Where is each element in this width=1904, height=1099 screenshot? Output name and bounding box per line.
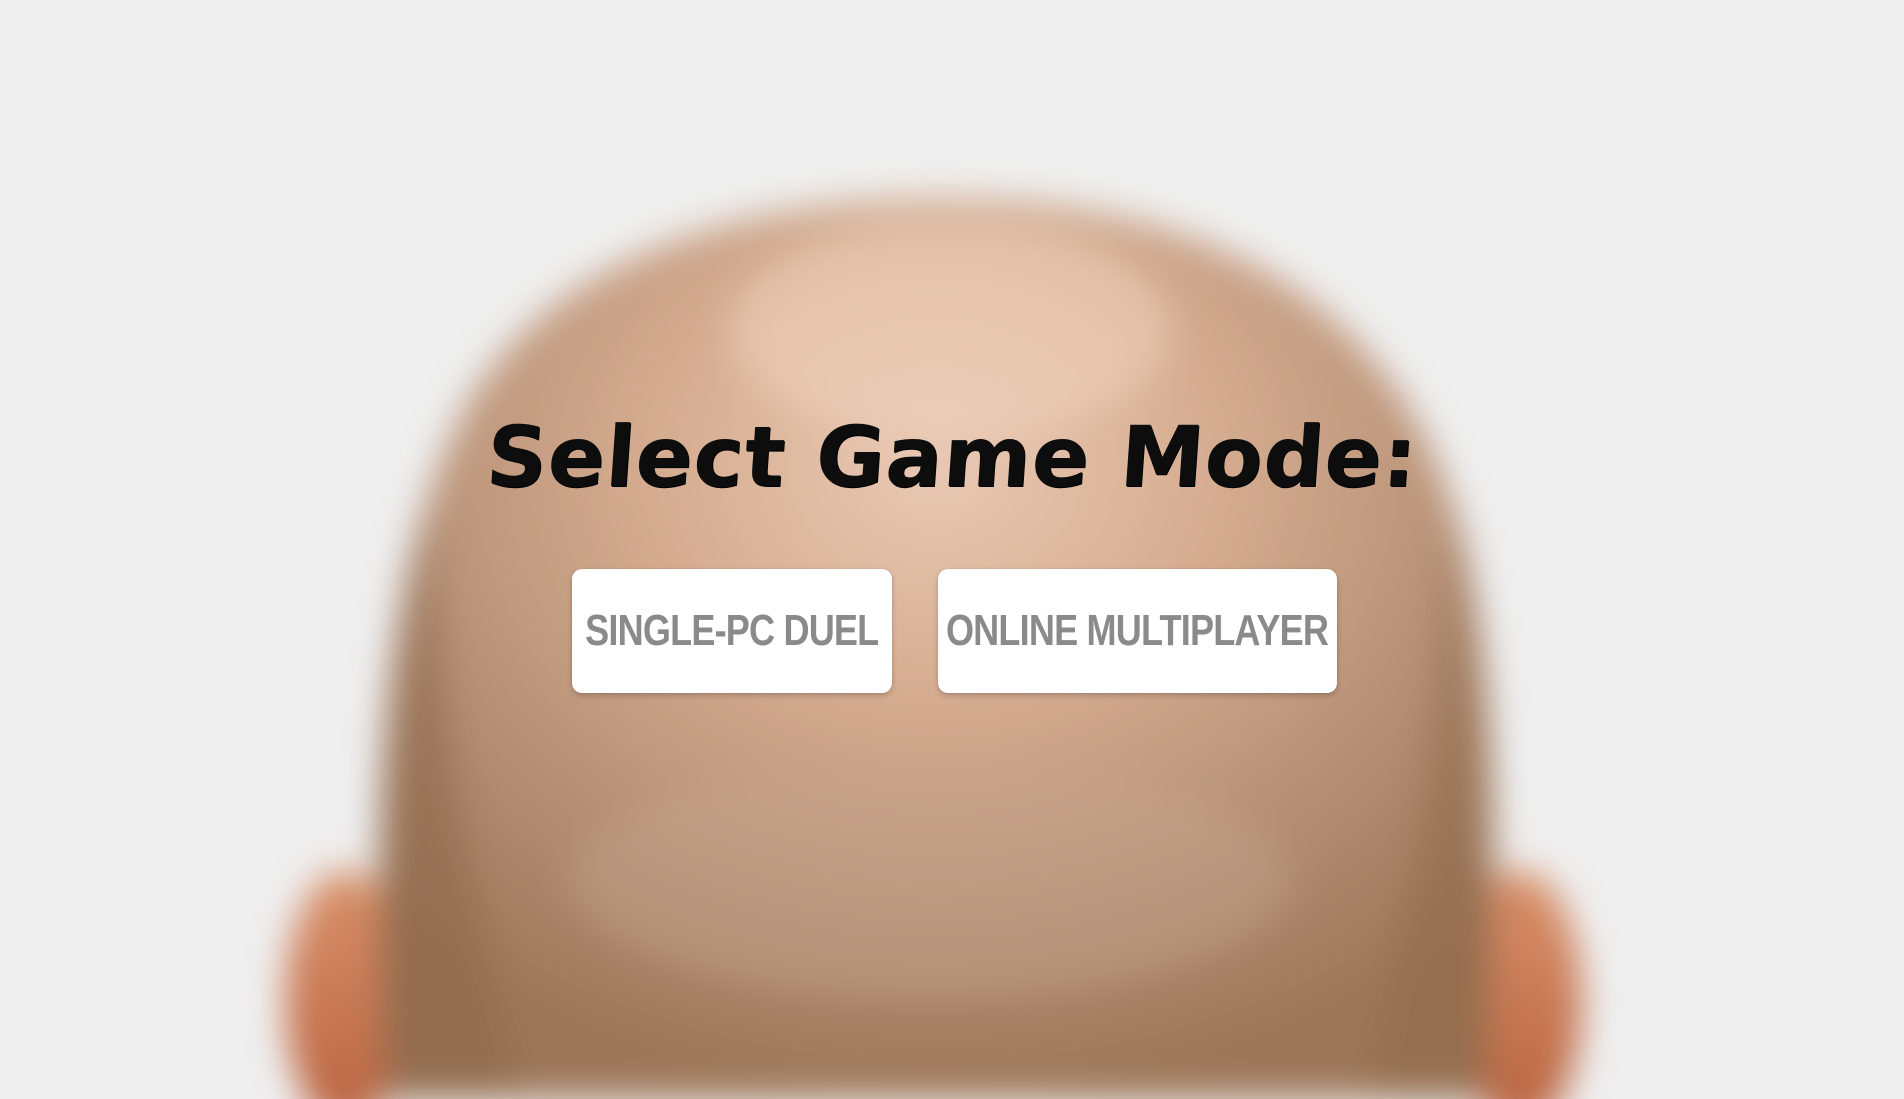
single-pc-duel-label: SINGLE-PC DUEL bbox=[585, 606, 879, 655]
single-pc-duel-button[interactable]: SINGLE-PC DUEL bbox=[572, 569, 892, 693]
game-mode-title: Select Game Mode: bbox=[483, 408, 1421, 506]
background-image bbox=[0, 0, 1904, 1099]
online-multiplayer-label: ONLINE MULTIPLAYER bbox=[946, 606, 1329, 655]
online-multiplayer-button[interactable]: ONLINE MULTIPLAYER bbox=[938, 569, 1337, 693]
